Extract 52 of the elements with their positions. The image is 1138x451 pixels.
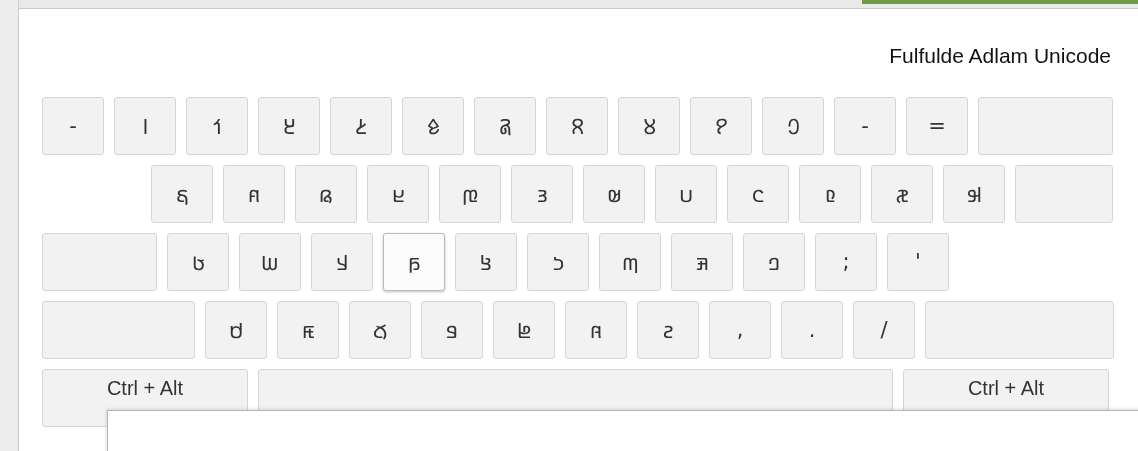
key[interactable]: 𞤶 xyxy=(599,233,661,291)
key[interactable]: 𞤦 xyxy=(493,301,555,359)
key[interactable]: 𞤭 xyxy=(655,165,717,223)
key[interactable]: 𞤫 xyxy=(295,165,357,223)
key[interactable]: ' xyxy=(887,233,949,291)
key[interactable]: 𞤲 xyxy=(637,301,699,359)
key[interactable]: = xyxy=(906,97,968,155)
key[interactable]: 𞤺 xyxy=(455,233,517,291)
key[interactable]: 𞥕 xyxy=(402,97,464,155)
key[interactable]: 𞤥 xyxy=(421,301,483,359)
key[interactable]: 𞥖 xyxy=(474,97,536,155)
key[interactable]: 𞤳 xyxy=(671,233,733,291)
key[interactable]: 𞥘 xyxy=(618,97,680,155)
key[interactable]: 𞤷 xyxy=(349,301,411,359)
key[interactable]: 𞤵 xyxy=(583,165,645,223)
key[interactable]: ; xyxy=(815,233,877,291)
key[interactable]: 𞥙 xyxy=(690,97,752,155)
enter-key[interactable] xyxy=(1015,165,1113,223)
key[interactable]: - xyxy=(42,97,104,155)
key[interactable]: 𞤽 xyxy=(871,165,933,223)
key[interactable]: 𞤸 xyxy=(527,233,589,291)
shift-key[interactable] xyxy=(42,301,195,359)
key[interactable]: 𞥑 xyxy=(114,97,176,155)
caps-lock-key[interactable] xyxy=(42,233,157,291)
key[interactable]: 𞤮 xyxy=(727,165,789,223)
key[interactable]: 𞤢 xyxy=(167,233,229,291)
key[interactable]: 𞤴 xyxy=(511,165,573,223)
key[interactable]: 𞤯 xyxy=(205,301,267,359)
key[interactable]: 𞤱 xyxy=(223,165,285,223)
key[interactable]: 𞤿 xyxy=(277,301,339,359)
key[interactable]: 𞥒 xyxy=(186,97,248,155)
key[interactable]: 𞤾 xyxy=(565,301,627,359)
key[interactable]: / xyxy=(853,301,915,359)
key[interactable]: 𞤧 xyxy=(239,233,301,291)
key[interactable]: 𞥓 xyxy=(258,97,320,155)
key[interactable]: 𞤤 xyxy=(743,233,805,291)
backspace-key[interactable] xyxy=(978,97,1113,155)
key[interactable]: 𞤨 xyxy=(799,165,861,223)
key[interactable]: 𞥐 xyxy=(762,97,824,155)
key[interactable]: 𞤪 xyxy=(367,165,429,223)
key[interactable]: , xyxy=(709,301,771,359)
key[interactable]: 𞤹 xyxy=(943,165,1005,223)
key[interactable]: 𞤻 xyxy=(151,165,213,223)
key[interactable]: - xyxy=(834,97,896,155)
key[interactable]: 𞤣 xyxy=(311,233,373,291)
key[interactable]: . xyxy=(781,301,843,359)
key[interactable]: 𞤼 xyxy=(439,165,501,223)
key[interactable]: 𞥔 xyxy=(330,97,392,155)
shift-key[interactable] xyxy=(925,301,1114,359)
key[interactable]: 𞥗 xyxy=(546,97,608,155)
key[interactable]: 𞤬 xyxy=(383,233,445,291)
keyboard-title: Fulfulde Adlam Unicode xyxy=(889,44,1111,69)
